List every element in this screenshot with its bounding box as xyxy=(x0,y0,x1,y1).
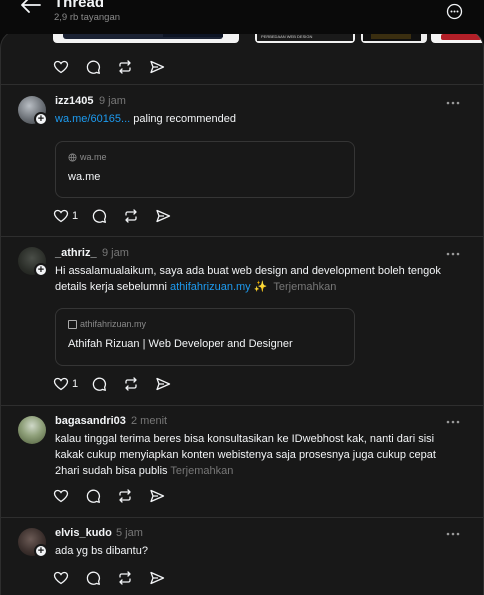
share-button[interactable] xyxy=(155,207,187,225)
reply-button[interactable] xyxy=(91,375,123,393)
post-username[interactable]: bagasandri03 xyxy=(55,415,126,427)
send-icon xyxy=(150,60,165,74)
page-title: Thread xyxy=(54,0,105,11)
repost-icon xyxy=(119,489,131,503)
post-text: wa.me/60165... paling recommended xyxy=(55,113,237,125)
divider xyxy=(1,405,483,406)
post-username[interactable]: izz1405 xyxy=(55,95,94,107)
card-title: wa.me xyxy=(68,171,101,183)
share-button[interactable] xyxy=(149,569,181,587)
post-time: 5 jam xyxy=(116,527,143,539)
globe-icon xyxy=(68,152,77,162)
like-count: 1 xyxy=(72,378,79,390)
repost-icon xyxy=(119,60,131,74)
divider xyxy=(1,84,483,85)
post-time: 9 jam xyxy=(99,95,126,107)
heart-icon xyxy=(53,571,69,585)
post-text: kalau tinggal terima beres bisa konsulta… xyxy=(55,433,436,477)
back-arrow-icon[interactable] xyxy=(20,0,42,14)
card-title: Athifah Rizuan | Web Developer and Desig… xyxy=(68,338,293,350)
post-text: Hi assalamualaikum, saya ada buat web de… xyxy=(55,265,441,293)
heart-icon xyxy=(53,377,69,391)
favicon-icon xyxy=(68,319,77,329)
post-time: 9 jam xyxy=(102,247,129,259)
repost-button[interactable] xyxy=(117,58,149,76)
post-actions: 1 xyxy=(53,207,187,225)
view-count: 2,9 rb tayangan xyxy=(54,12,121,23)
like-button[interactable] xyxy=(53,569,85,587)
post-more-icon[interactable] xyxy=(446,420,460,424)
send-icon xyxy=(150,571,165,585)
repost-icon xyxy=(125,377,137,391)
reply-button[interactable] xyxy=(85,569,117,587)
repost-button[interactable] xyxy=(117,487,149,505)
more-options-icon[interactable] xyxy=(446,3,463,20)
repost-icon xyxy=(119,571,131,585)
send-icon xyxy=(150,489,165,503)
heart-icon xyxy=(53,209,69,223)
post-link[interactable]: wa.me/60165... xyxy=(55,113,130,125)
heart-icon xyxy=(53,60,69,74)
send-icon xyxy=(156,377,171,391)
repost-button[interactable] xyxy=(123,375,155,393)
comment-icon xyxy=(92,377,106,391)
comment-icon xyxy=(86,571,100,585)
repost-button[interactable] xyxy=(117,569,149,587)
post-more-icon[interactable] xyxy=(446,252,460,256)
comment-icon xyxy=(92,209,106,223)
post-username[interactable]: elvis_kudo xyxy=(55,527,112,539)
avatar[interactable] xyxy=(18,416,46,444)
reply-button[interactable] xyxy=(85,487,117,505)
follow-plus-icon[interactable]: + xyxy=(34,263,48,277)
post-username[interactable]: _athriz_ xyxy=(55,247,97,259)
translate-link[interactable]: Terjemahkan xyxy=(273,281,336,293)
share-button[interactable] xyxy=(149,58,181,76)
heart-icon xyxy=(53,489,69,503)
divider xyxy=(1,517,483,518)
post-actions: 1 xyxy=(53,375,187,393)
send-icon xyxy=(156,209,171,223)
translate-link[interactable]: Terjemahkan xyxy=(170,465,233,477)
repost-icon xyxy=(125,209,137,223)
post-text: ada yg bs dibantu? xyxy=(55,545,148,557)
divider xyxy=(1,236,483,237)
like-button[interactable]: 1 xyxy=(53,207,91,225)
repost-button[interactable] xyxy=(123,207,155,225)
post-actions xyxy=(53,487,181,505)
like-count: 1 xyxy=(72,210,79,222)
thread-panel: PERBEDAAN WEB DESIGN + izz1405 9 jam wa.… xyxy=(0,30,484,595)
link-preview-card[interactable]: athifahrizuan.my Athifah Rizuan | Web De… xyxy=(55,308,355,366)
like-button[interactable] xyxy=(53,487,85,505)
main-post-actions xyxy=(53,58,181,76)
card-domain: wa.me xyxy=(68,152,107,162)
post-more-icon[interactable] xyxy=(446,101,460,105)
like-button[interactable]: 1 xyxy=(53,375,91,393)
reply-button[interactable] xyxy=(91,207,123,225)
share-button[interactable] xyxy=(155,375,187,393)
thread-header: Thread 2,9 rb tayangan xyxy=(0,0,484,34)
card-domain: athifahrizuan.my xyxy=(68,319,146,329)
comment-icon xyxy=(86,60,100,74)
follow-plus-icon[interactable]: + xyxy=(34,112,48,126)
link-preview-card[interactable]: wa.me wa.me xyxy=(55,141,355,198)
post-time: 2 menit xyxy=(131,415,168,427)
post-link[interactable]: athifahrizuan.my xyxy=(170,281,251,293)
like-button[interactable] xyxy=(53,58,85,76)
post-actions xyxy=(53,569,181,587)
reply-button[interactable] xyxy=(85,58,117,76)
post-more-icon[interactable] xyxy=(446,532,460,536)
follow-plus-icon[interactable]: + xyxy=(34,544,48,558)
share-button[interactable] xyxy=(149,487,181,505)
comment-icon xyxy=(86,489,100,503)
